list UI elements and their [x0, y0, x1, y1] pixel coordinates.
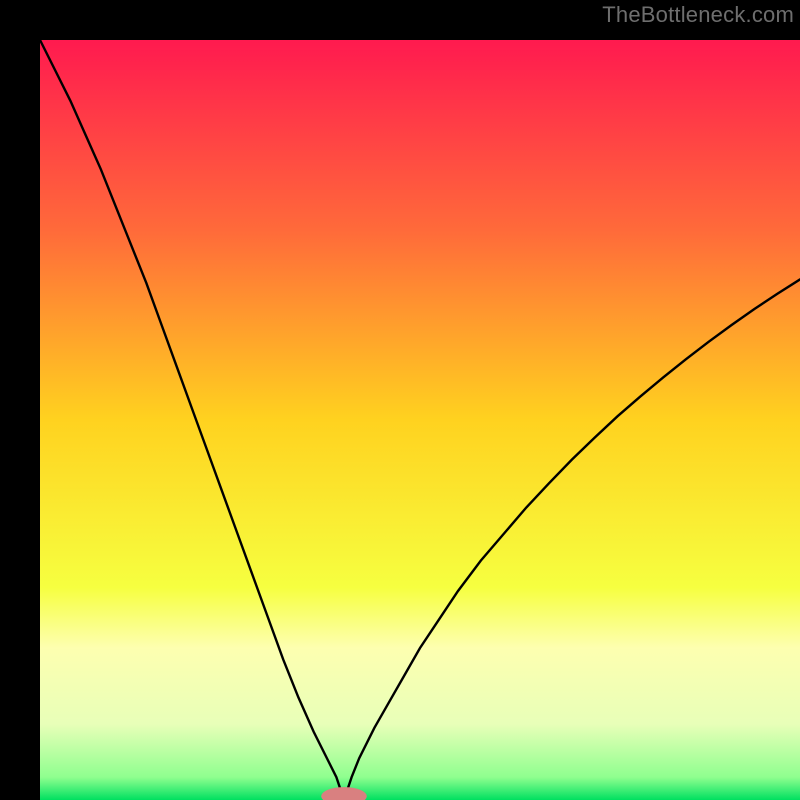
gradient-background	[40, 40, 800, 800]
plot-area	[40, 40, 800, 800]
watermark-text: TheBottleneck.com	[602, 2, 794, 28]
chart-svg	[40, 40, 800, 800]
chart-frame	[20, 20, 780, 780]
